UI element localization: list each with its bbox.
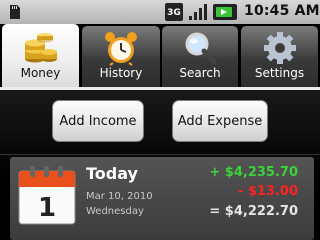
add-expense-button[interactable]: Add Expense [172,100,268,142]
tab-history[interactable]: History [82,26,160,87]
magnifier-icon [185,32,217,65]
add-income-button[interactable]: Add Income [52,100,144,142]
tab-search[interactable]: Search [162,26,238,87]
tab-money[interactable]: Money [2,24,79,87]
alarm-clock-icon [105,32,137,66]
battery-icon [213,4,237,20]
summary-weekday: Wednesday [86,206,144,217]
status-bar: 3G 10:45 AM [0,0,320,24]
today-summary-row[interactable]: 1 Today Mar 10, 2010 Wednesday + $4,235.… [10,157,314,240]
calendar-day-number: 1 [38,193,56,223]
expense-amount: - $13.00 [237,184,298,199]
sd-card-icon [10,5,20,19]
divider [0,154,320,155]
gear-icon [263,32,296,64]
tab-label: History [99,66,143,80]
signal-strength-icon [189,4,207,20]
tab-bar: Money History Search Settings [0,24,320,87]
network-type-label: 3G [167,8,181,18]
tab-settings[interactable]: Settings [241,26,318,87]
income-amount: + $4,235.70 [209,165,298,180]
status-clock: 10:45 AM [244,3,320,19]
tab-label: Search [179,66,221,80]
balance-amount: = $4,222.70 [209,204,298,219]
tab-label: Money [20,66,61,80]
coins-icon [24,33,57,63]
calendar-icon: 1 [18,166,76,225]
summary-date: Mar 10, 2010 [86,191,153,202]
summary-title: Today [86,164,138,183]
money-panel: Add Income Add Expense 1 Today Mar 10, 2… [0,90,320,240]
network-type-icon: 3G [165,3,183,21]
tab-label: Settings [254,66,305,80]
